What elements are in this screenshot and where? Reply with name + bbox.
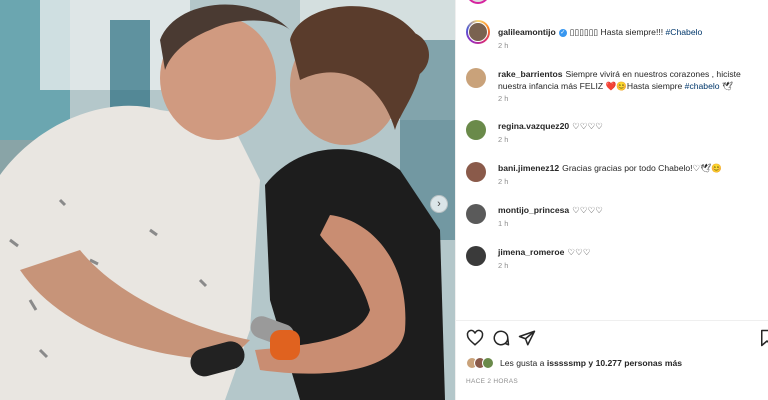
header-avatar-partial: [466, 0, 490, 4]
comment-username[interactable]: jimena_romeroe: [498, 247, 564, 257]
post-photo[interactable]: ›: [0, 0, 455, 400]
comment-time: 2 h: [498, 177, 509, 186]
bookmark-icon[interactable]: [758, 329, 768, 347]
caption-hashtag[interactable]: #Chabelo: [666, 27, 703, 37]
comment-item: rake_barrientos Siempre vivirá en nuestro…: [466, 66, 768, 106]
post-caption: galileamontijo ✓ ▯▯▯▯▯▯ Hasta siempre!!! #…: [466, 20, 766, 50]
caption-time: 2 h: [498, 41, 509, 50]
caption-text: ▯▯▯▯▯▯ Hasta siempre!!!: [569, 27, 666, 37]
commenter-avatar[interactable]: [466, 120, 486, 140]
comment-time: 2 h: [498, 261, 509, 270]
likes-user[interactable]: isssssmp: [547, 358, 586, 368]
likes-prefix: Les gusta a: [500, 358, 547, 368]
comment-item: bani.jimenez12 Gracias gracias por todo C…: [466, 160, 768, 190]
send-icon[interactable]: [518, 329, 536, 347]
comment-item: montijo_princesa♡♡♡♡ 1 h ♡: [466, 202, 768, 232]
chevron-right-icon: ›: [437, 198, 441, 210]
liker-avatar: [482, 357, 494, 369]
action-bar: [466, 329, 768, 347]
comment-username[interactable]: bani.jimenez12: [498, 163, 559, 173]
author-avatar[interactable]: [466, 20, 490, 44]
comment-text-suffix: 🕊: [719, 81, 733, 91]
comment-time: 2 h: [498, 135, 509, 144]
next-photo-button[interactable]: ›: [430, 195, 448, 213]
comment-username[interactable]: regina.vazquez20: [498, 121, 569, 131]
comment-time: 1 h: [498, 219, 509, 228]
likes-count[interactable]: y 10.277 personas más: [586, 358, 682, 368]
comment-icon[interactable]: [492, 329, 510, 347]
likes-summary[interactable]: Les gusta a isssssmp y 10.277 personas m…: [466, 357, 682, 371]
commenter-avatar[interactable]: [466, 204, 486, 224]
comment-username[interactable]: montijo_princesa: [498, 205, 569, 215]
author-username[interactable]: galileamontijo: [498, 27, 556, 37]
commenter-avatar[interactable]: [466, 162, 486, 182]
actions-divider: [456, 320, 768, 321]
comment-item: regina.vazquez20♡♡♡♡ 2 h ♡: [466, 118, 768, 148]
comment-text: ♡♡♡: [567, 247, 591, 257]
verified-badge-icon: ✓: [558, 28, 567, 37]
commenter-avatar[interactable]: [466, 246, 486, 266]
heart-icon[interactable]: [466, 329, 484, 347]
comment-text: ♡♡♡♡: [572, 205, 603, 215]
comment-time: 2 h: [498, 94, 509, 103]
comment-item: jimena_romeroe♡♡♡ 2 h ♡: [466, 244, 768, 274]
comment-hashtag[interactable]: #chabelo: [685, 81, 720, 91]
comment-text: Gracias gracias por todo Chabelo!♡🕊😊: [562, 163, 722, 173]
photo-illustration: [0, 0, 455, 400]
comment-text: ♡♡♡♡: [572, 121, 603, 131]
comment-username[interactable]: rake_barrientos: [498, 69, 563, 79]
commenter-avatar[interactable]: [466, 68, 486, 88]
post-timestamp: HACE 2 HORAS: [466, 378, 519, 385]
comments-panel: galileamontijo ✓ ▯▯▯▯▯▯ Hasta siempre!!! #…: [455, 0, 768, 400]
